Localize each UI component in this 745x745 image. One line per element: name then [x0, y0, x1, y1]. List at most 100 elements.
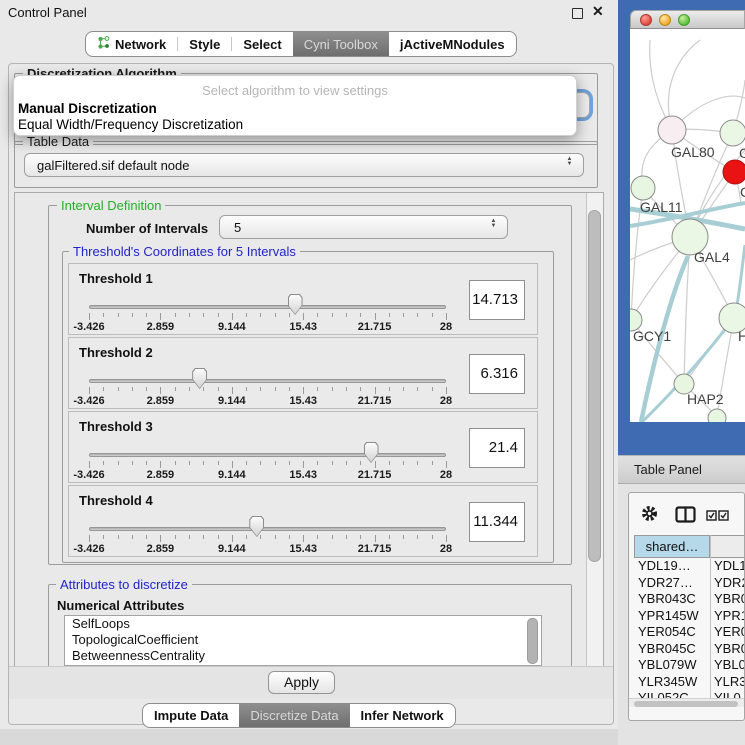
- slider-tick: [246, 461, 247, 465]
- table-row[interactable]: YDL19…YDL1: [629, 558, 745, 575]
- attribute-list-item[interactable]: TopologicalCoefficient: [65, 632, 541, 648]
- slider-tick: [346, 387, 347, 391]
- slider-tick: [103, 461, 104, 465]
- slider-tick: [389, 387, 390, 391]
- slider-tick-label: 2.859: [128, 395, 192, 407]
- threshold-3-value-field[interactable]: 21.4: [469, 428, 525, 468]
- table-data-combobox[interactable]: galFiltered.sif default node ▲▼: [24, 153, 584, 177]
- table-panel-titlebar[interactable]: Table Panel: [618, 455, 745, 484]
- attributes-scrollbar-thumb[interactable]: [527, 618, 538, 664]
- slider-tick: [360, 461, 361, 465]
- threshold-3-panel: Threshold 3 21.4 -3.4262.8599.14415.4321…: [68, 411, 538, 483]
- table-row[interactable]: YBR043CYBR0: [629, 591, 745, 608]
- attribute-list-item[interactable]: SelfLoops: [65, 616, 541, 632]
- threshold-1-slider-track[interactable]: [89, 305, 446, 309]
- table-row[interactable]: YLR345WYLR3: [629, 674, 745, 691]
- number-of-intervals-combobox[interactable]: 5 ▲▼: [219, 215, 508, 239]
- algorithm-dropdown-popup: Select algorithm to view settings Manual…: [13, 75, 577, 136]
- tab-discretize-data[interactable]: Discretize Data: [239, 704, 349, 727]
- combo-arrows-icon: ▲▼: [565, 157, 574, 167]
- tab-style[interactable]: Style: [178, 32, 231, 56]
- threshold-1-value-field[interactable]: 14.713: [469, 280, 525, 320]
- threshold-4-slider-track[interactable]: [89, 527, 446, 531]
- table-row[interactable]: YBL079WYBL0: [629, 657, 745, 674]
- slider-tick: [403, 535, 404, 539]
- mac-close-icon[interactable]: [640, 14, 652, 26]
- slider-tick: [89, 461, 90, 468]
- slider-tick: [446, 313, 447, 320]
- slider-tick: [203, 461, 204, 465]
- split-columns-icon[interactable]: [675, 506, 696, 528]
- thresholds-title: Threshold's Coordinates for 5 Intervals: [69, 244, 300, 259]
- network-node[interactable]: [708, 409, 726, 422]
- slider-tick-label: 9.144: [200, 321, 264, 333]
- float-window-icon[interactable]: [572, 8, 583, 19]
- dropdown-option-equal-width-frequency[interactable]: Equal Width/Frequency Discretization: [18, 117, 243, 132]
- slider-tick: [389, 313, 390, 317]
- tab-jactivemnodules[interactable]: jActiveMNodules: [389, 32, 516, 56]
- network-edge-thick[interactable]: [737, 245, 745, 305]
- tab-impute-data[interactable]: Impute Data: [143, 704, 239, 727]
- table-hscrollbar[interactable]: [629, 698, 745, 707]
- threshold-3-label: Threshold 3: [79, 419, 153, 434]
- threshold-2-value-field[interactable]: 6.316: [469, 354, 525, 394]
- mac-zoom-icon[interactable]: [678, 14, 690, 26]
- slider-tick: [218, 535, 219, 539]
- threshold-1-slider-handle[interactable]: [288, 294, 303, 315]
- network-view[interactable]: GAL80GACGAL11GAL4GCY1HHAP2: [630, 29, 745, 422]
- tab-infer-network[interactable]: Infer Network: [350, 704, 455, 727]
- table-row[interactable]: YER054CYER0: [629, 624, 745, 641]
- threshold-3-slider-handle[interactable]: [364, 442, 379, 463]
- slider-tick-label: 15.43: [271, 321, 335, 333]
- slider-tick: [303, 387, 304, 394]
- slider-tick: [189, 387, 190, 391]
- slider-tick: [132, 387, 133, 391]
- table-row[interactable]: YBR045CYBR0: [629, 641, 745, 658]
- tab-cyni-toolbox[interactable]: Cyni Toolbox: [293, 32, 389, 56]
- network-icon: [97, 36, 110, 52]
- network-node-label: GA: [739, 145, 745, 161]
- checkbox-checked-icon[interactable]: [718, 508, 729, 526]
- slider-tick: [246, 535, 247, 539]
- table-hscrollbar-thumb[interactable]: [634, 701, 738, 707]
- slider-tick: [289, 461, 290, 465]
- dropdown-option-manual-discretization[interactable]: Manual Discretization: [18, 101, 157, 116]
- threshold-2-slider-handle[interactable]: [192, 368, 207, 389]
- slider-tick: [303, 461, 304, 468]
- column-header-name[interactable]: na: [710, 535, 745, 558]
- network-node[interactable]: [723, 160, 745, 184]
- network-node-label: GAL4: [694, 249, 730, 265]
- slider-tick: [146, 535, 147, 539]
- close-icon[interactable]: ✕: [592, 3, 604, 20]
- network-node[interactable]: [631, 176, 655, 200]
- numerical-attributes-list[interactable]: SelfLoopsTopologicalCoefficientBetweenne…: [64, 615, 542, 666]
- mac-minimize-icon[interactable]: [659, 14, 671, 26]
- slider-tick: [160, 387, 161, 394]
- settings-scrollbar-thumb[interactable]: [588, 210, 601, 562]
- gear-icon[interactable]: [641, 505, 658, 527]
- slider-tick: [89, 313, 90, 320]
- slider-tick: [346, 461, 347, 465]
- threshold-3-slider-track[interactable]: [89, 453, 446, 457]
- network-node[interactable]: [658, 116, 686, 144]
- threshold-4-value-field[interactable]: 11.344: [469, 502, 525, 542]
- slider-tick: [317, 313, 318, 317]
- attribute-list-item[interactable]: BetweennessCentrality: [65, 648, 541, 664]
- table-row[interactable]: YDR27…YDR2: [629, 575, 745, 592]
- network-node[interactable]: [720, 120, 745, 146]
- threshold-2-slider-track[interactable]: [89, 379, 446, 383]
- slider-tick: [446, 535, 447, 542]
- network-window-titlebar[interactable]: [630, 10, 745, 29]
- checkbox-checked-icon[interactable]: [706, 508, 717, 526]
- slider-tick: [218, 461, 219, 465]
- column-header-shared-name[interactable]: shared…: [634, 535, 710, 558]
- apply-button[interactable]: Apply: [268, 671, 335, 694]
- screen: Control Panel ✕ Network Style Select Cyn…: [0, 0, 745, 745]
- threshold-4-slider-handle[interactable]: [249, 516, 264, 537]
- slider-tick-label: 9.144: [200, 469, 264, 481]
- tab-select[interactable]: Select: [232, 32, 292, 56]
- table-row[interactable]: YPR145WYPR1: [629, 608, 745, 625]
- tab-network[interactable]: Network: [86, 32, 177, 56]
- slider-tick: [417, 313, 418, 317]
- slider-tick: [232, 461, 233, 468]
